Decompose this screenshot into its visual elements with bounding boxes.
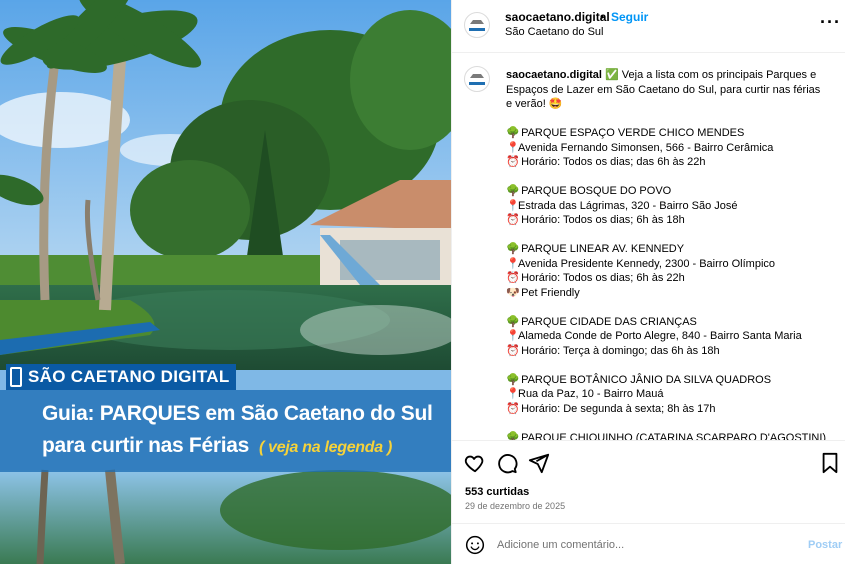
clock-icon: ⏰ [506, 402, 520, 415]
tree-icon: 🌳 [506, 127, 520, 139]
park-name: PARQUE BOSQUE DO POVO [521, 185, 672, 197]
brand-label-strip: SÃO CAETANO DIGITAL [6, 364, 236, 390]
header-username[interactable]: saocaetano.digital [505, 10, 610, 24]
action-bar: 553 curtidas 29 de dezembro de 2025 [452, 440, 845, 524]
likes-count[interactable]: 553 curtidas [465, 486, 529, 498]
tree-icon: 🌳 [506, 373, 520, 386]
headline-line-2-text: para curtir nas Férias [42, 434, 249, 457]
pin-icon: 📍 [506, 257, 520, 270]
caption-username[interactable]: saocaetano.digital [506, 69, 602, 81]
header-separator: • [600, 10, 605, 24]
heart-icon[interactable] [464, 452, 486, 474]
brand-label: SÃO CAETANO DIGITAL [28, 367, 230, 386]
avatar-skyline-icon [470, 74, 484, 78]
park-hours: Horário: Todos os dias; 6h às 22h [521, 272, 685, 284]
park-name: PARQUE BOTÂNICO JÂNIO DA SILVA QUADROS [521, 373, 772, 386]
caption-text: saocaetano.digital ✅ Veja a lista com os… [506, 68, 828, 440]
clock-icon: ⏰ [506, 214, 520, 226]
emoji-icon[interactable] [465, 535, 485, 555]
park-name: PARQUE CIDADE DAS CRIANÇAS [521, 315, 697, 328]
park-name: PARQUE LINEAR AV. KENNEDY [521, 243, 685, 255]
tree-icon: 🌳 [506, 185, 520, 197]
avatar-skyline-icon [470, 20, 484, 24]
pin-icon: 📍 [506, 388, 520, 400]
dog-icon: 🐶 [506, 286, 520, 299]
post-panel: saocaetano.digital • Seguir São Caetano … [451, 0, 845, 564]
phone-icon [10, 367, 22, 387]
park-hours: Horário: Todos os dias; das 6h às 22h [521, 156, 706, 168]
headline-line-1: Guia: PARQUES em São Caetano do Sul [42, 402, 433, 425]
avatar-bar [469, 82, 485, 85]
share-icon[interactable] [528, 452, 550, 474]
park-hours: Horário: Terça à domingo; das 6h às 18h [521, 344, 720, 357]
post-comment-button[interactable]: Postar [808, 539, 842, 551]
more-options-icon[interactable]: ··· [820, 12, 841, 33]
park-name: PARQUE CHIQUINHO (CATARINA SCARPARO D'AG… [521, 431, 827, 441]
park-photo [0, 0, 451, 564]
tree-icon: 🌳 [506, 243, 520, 255]
clock-icon: ⏰ [506, 344, 520, 357]
pin-icon: 📍 [506, 141, 520, 154]
caption-area: saocaetano.digital ✅ Veja a lista com os… [452, 54, 845, 440]
park-extra: Pet Friendly [521, 286, 580, 299]
park-name: PARQUE ESPAÇO VERDE CHICO MENDES [521, 127, 745, 139]
comment-input[interactable]: Adicione um comentário... [497, 539, 624, 551]
park-address: Avenida Presidente Kennedy, 2300 - Bairr… [518, 257, 776, 270]
post-image[interactable]: SÃO CAETANO DIGITAL Guia: PARQUES em São… [0, 0, 451, 564]
post-date: 29 de dezembro de 2025 [465, 501, 566, 511]
headline-line-2: para curtir nas Férias ( veja na legenda … [42, 430, 451, 464]
bookmark-icon[interactable] [820, 452, 840, 474]
pin-icon: 📍 [506, 330, 520, 342]
image-headline: Guia: PARQUES em São Caetano do Sul para… [0, 390, 451, 472]
park-address: Alameda Conde de Porto Alegre, 840 - Bai… [518, 330, 802, 342]
headline-tag: ( veja na legenda ) [259, 439, 393, 456]
park-address: Rua da Paz, 10 - Bairro Mauá [518, 388, 664, 400]
avatar-bar [469, 28, 485, 31]
comment-icon[interactable] [496, 452, 518, 474]
post-header: saocaetano.digital • Seguir São Caetano … [452, 0, 845, 53]
park-address: Avenida Fernando Simonsen, 566 - Bairro … [518, 141, 774, 154]
park-hours: Horário: De segunda à sexta; 8h às 17h [521, 402, 716, 415]
comment-bar: Adicione um comentário... Postar [452, 523, 845, 564]
avatar[interactable] [464, 12, 490, 38]
tree-icon: 🌳 [506, 315, 520, 328]
header-location[interactable]: São Caetano do Sul [505, 26, 603, 38]
follow-button[interactable]: Seguir [611, 10, 648, 24]
park-address: Estrada das Lágrimas, 320 - Bairro São J… [518, 199, 738, 212]
clock-icon: ⏰ [506, 272, 520, 284]
pin-icon: 📍 [506, 199, 520, 212]
tree-icon: 🌳 [506, 431, 520, 441]
caption-avatar[interactable] [464, 66, 490, 92]
clock-icon: ⏰ [506, 156, 520, 168]
park-hours: Horário: Todos os dias; 6h às 18h [521, 214, 685, 226]
